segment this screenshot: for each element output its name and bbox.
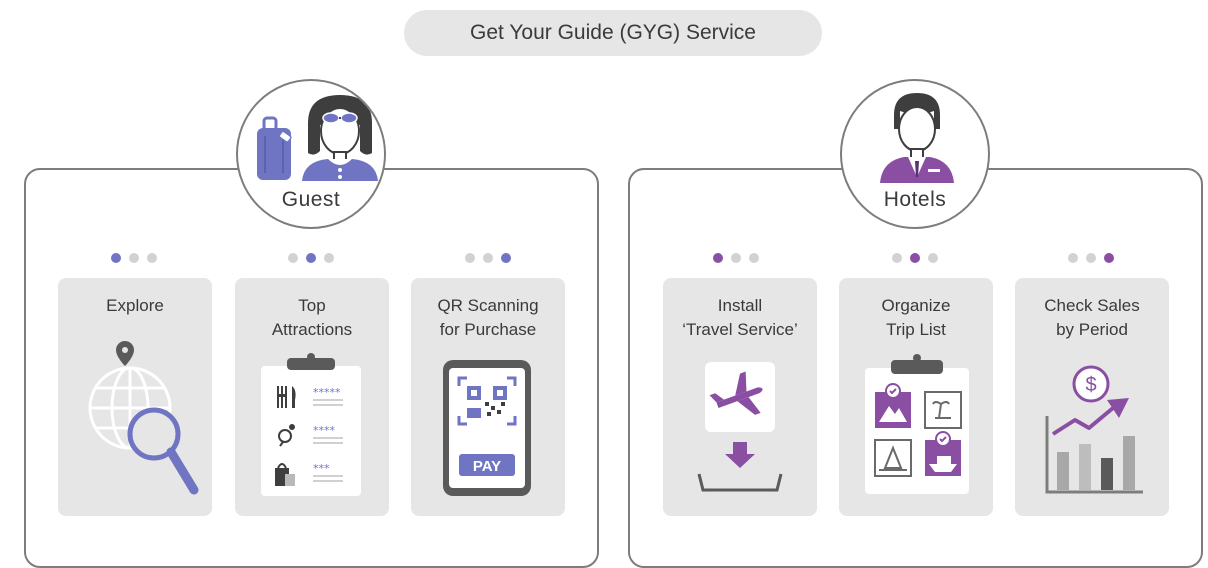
airplane-download-icon [697,362,783,492]
check-sales-card: Check Sales by Period $ [1015,278,1169,516]
globe-search-icon [88,341,199,495]
guest-step-1-indicator [104,253,164,265]
step-dot-active [1104,253,1114,263]
step-dot [483,253,493,263]
pay-label: PAY [473,458,501,475]
rating-stars-2: **** [313,424,336,437]
step-dot [288,253,298,263]
top-attractions-card: Top Attractions ***** **** *** [235,278,389,516]
step-dot-active [501,253,511,263]
hotels-step-3-indicator [1061,253,1121,265]
clipboard-trips-icon [865,354,969,494]
step-dot [147,253,157,263]
organize-trip-list-card: Organize Trip List [839,278,993,516]
hotels-step-1-indicator [706,253,766,265]
step-dot-active [306,253,316,263]
clipboard-ratings-icon: ***** **** *** [261,353,361,496]
service-title: Get Your Guide (GYG) Service [404,10,822,56]
step-dot [1068,253,1078,263]
step-dot [129,253,139,263]
sales-chart-icon: $ [1045,365,1143,494]
rating-stars-1: ***** [313,386,341,399]
hotels-persona: Hotels [840,79,990,229]
install-travel-service-card: Install ‘Travel Service’ [663,278,817,516]
step-dot [892,253,902,263]
hotels-step-2-indicator [885,253,945,265]
step-dot-active [111,253,121,263]
step-dot [1086,253,1096,263]
step-dot [749,253,759,263]
phone-qr-icon: PAY [443,360,531,496]
step-dot-active [910,253,920,263]
dollar-symbol: $ [1085,374,1096,396]
hotels-label: Hotels [883,188,947,211]
guest-step-3-indicator [458,253,518,265]
step-dot-active [713,253,723,263]
guest-persona: Guest [236,79,386,229]
step-dot [928,253,938,263]
step-dot [465,253,475,263]
step-dot [324,253,334,263]
explore-card: Explore [58,278,212,516]
rating-stars-3: *** [313,462,330,475]
step-dot [731,253,741,263]
guest-label: Guest [281,188,341,211]
guest-step-2-indicator [281,253,341,265]
qr-scanning-card: QR Scanning for Purchase PAY [411,278,565,516]
